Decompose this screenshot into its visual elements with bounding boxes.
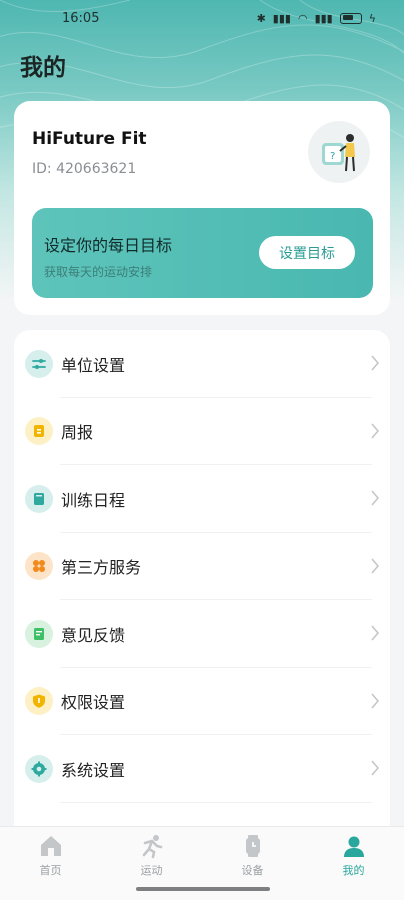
home-indicator[interactable] bbox=[136, 887, 270, 891]
chevron-right-icon bbox=[371, 355, 380, 371]
shield-icon bbox=[25, 687, 53, 716]
chevron-right-icon bbox=[371, 625, 380, 641]
feedback-icon bbox=[25, 619, 53, 648]
menu-item-label: 第三方服务 bbox=[61, 558, 142, 578]
menu-item-weekly-report[interactable]: 周报 bbox=[14, 398, 390, 466]
chevron-right-icon bbox=[371, 422, 380, 439]
chevron-right-icon bbox=[371, 692, 380, 709]
charging-icon: ϟ bbox=[368, 11, 376, 25]
menu-item-permission-settings[interactable]: 权限设置 bbox=[14, 668, 390, 736]
goal-subtitle: 获取每天的运动安排 bbox=[44, 265, 153, 279]
report-icon bbox=[25, 417, 53, 446]
run-icon bbox=[142, 835, 162, 859]
avatar-illustration-icon: ? bbox=[322, 134, 355, 172]
svg-text:?: ? bbox=[330, 151, 335, 162]
nav-item-home[interactable]: 首页 bbox=[0, 827, 101, 900]
avatar[interactable]: ? bbox=[308, 121, 370, 183]
cellular-icon: ▮▮▮ bbox=[314, 11, 333, 25]
chevron-right-icon bbox=[371, 490, 380, 506]
gear-icon bbox=[25, 754, 53, 783]
profile-card: HiFuture Fit ID: 420663621 ? 设定你的每日目标 获取… bbox=[14, 101, 390, 315]
menu-item-label: 周报 bbox=[61, 423, 94, 443]
wifi-icon: ◠ bbox=[297, 11, 308, 25]
book-icon bbox=[25, 484, 53, 513]
status-time: 16:05 bbox=[62, 10, 100, 26]
chevron-right-icon bbox=[371, 760, 380, 776]
home-icon bbox=[40, 836, 61, 856]
grid-icon bbox=[25, 552, 53, 581]
menu-item-training-schedule[interactable]: 训练日程 bbox=[14, 465, 390, 533]
nav-label: 运动 bbox=[140, 864, 163, 877]
chevron-right-icon bbox=[371, 557, 380, 574]
menu-item-label: 训练日程 bbox=[61, 490, 126, 510]
nav-item-profile[interactable]: 我的 bbox=[303, 827, 404, 900]
battery-icon bbox=[339, 12, 362, 24]
signal-icon: ▮▮▮ bbox=[272, 11, 291, 25]
user-id: ID: 420663621 bbox=[32, 161, 137, 177]
menu-item-label: 权限设置 bbox=[61, 693, 126, 713]
menu-item-third-party-services[interactable]: 第三方服务 bbox=[14, 533, 390, 601]
watch-icon bbox=[245, 835, 260, 857]
menu-item-label: 系统设置 bbox=[61, 760, 126, 780]
profile-icon bbox=[343, 836, 364, 857]
status-icons: ✱ ▮▮▮ ◠ ▮▮▮ ϟ bbox=[257, 12, 376, 25]
menu-item-feedback[interactable]: 意见反馈 bbox=[14, 600, 390, 668]
page-title: 我的 bbox=[20, 55, 66, 81]
sliders-icon bbox=[25, 349, 53, 378]
nav-label: 首页 bbox=[39, 864, 62, 877]
bluetooth-icon: ✱ bbox=[256, 11, 266, 25]
menu-item-unit-settings[interactable]: 单位设置 bbox=[14, 330, 390, 398]
user-name[interactable]: HiFuture Fit bbox=[32, 129, 147, 149]
menu-item-system-settings[interactable]: 系统设置 bbox=[14, 735, 390, 803]
nav-label: 我的 bbox=[342, 864, 365, 877]
nav-label: 设备 bbox=[241, 864, 264, 877]
menu-item-label: 单位设置 bbox=[61, 355, 126, 375]
menu-item-label: 意见反馈 bbox=[61, 625, 126, 645]
set-goal-button[interactable]: 设置目标 bbox=[259, 236, 355, 269]
status-bar: 16:05 ✱ ▮▮▮ ◠ ▮▮▮ ϟ bbox=[0, 0, 404, 36]
settings-menu: 单位设置 周报 训练日程 第三方服务 意见反馈 权限设置 系统设置 bbox=[14, 330, 390, 850]
goal-title: 设定你的每日目标 bbox=[44, 236, 173, 255]
daily-goal-banner[interactable]: 设定你的每日目标 获取每天的运动安排 设置目标 bbox=[32, 208, 373, 298]
